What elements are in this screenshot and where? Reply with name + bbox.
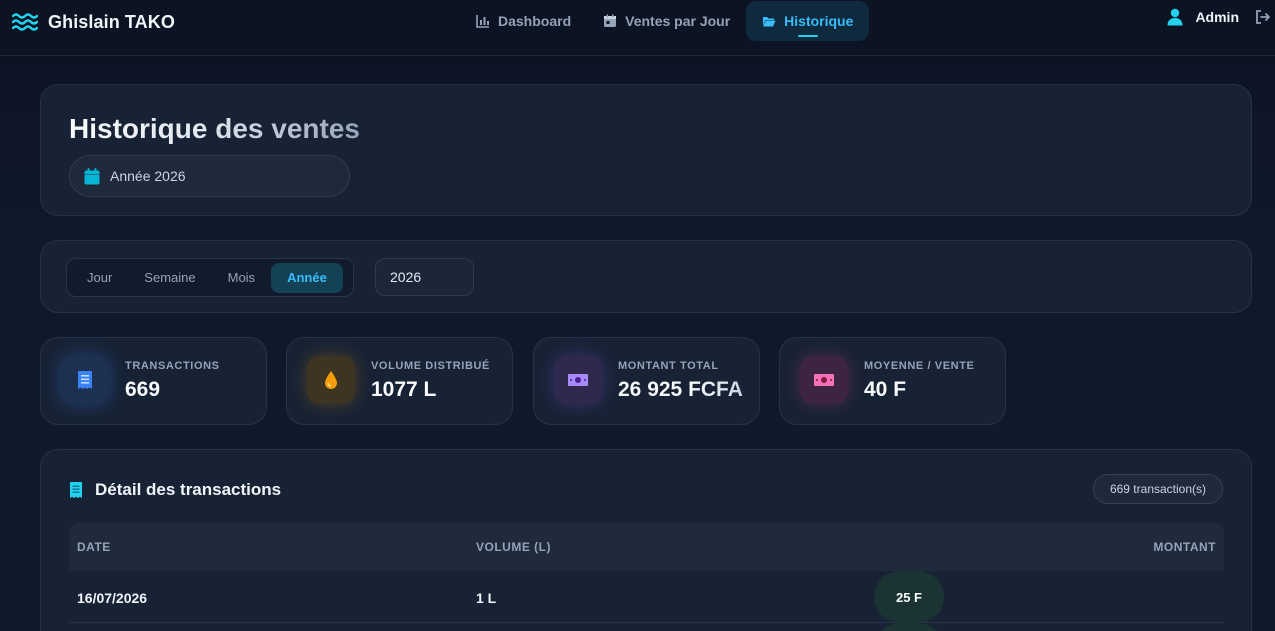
stat-card-montant: MONTANT TOTAL 26 925 FCFA xyxy=(533,337,760,425)
segment-semaine[interactable]: Semaine xyxy=(128,263,211,293)
cell-amount xyxy=(874,623,944,631)
user-icon xyxy=(1167,8,1183,26)
stat-icon-box xyxy=(554,356,602,404)
cell-volume: 1 L xyxy=(476,590,497,606)
table-row[interactable]: 16/07/2026 1 L 25 F xyxy=(69,571,1224,623)
nav-historique[interactable]: Historique xyxy=(746,1,870,41)
nav-ventes-par-jour[interactable]: Ventes par Jour xyxy=(587,1,746,41)
table-row[interactable] xyxy=(69,623,1224,631)
stat-label: MOYENNE / VENTE xyxy=(864,360,975,372)
period-segmented-control: Jour Semaine Mois Année xyxy=(66,258,354,297)
page-title: Historique des ventes xyxy=(69,113,360,144)
folder-open-icon xyxy=(763,17,776,27)
segment-annee[interactable]: Année xyxy=(271,262,343,293)
logout-icon[interactable] xyxy=(1255,9,1271,25)
transactions-table-card: Détail des transactions 669 transaction(… xyxy=(40,449,1252,631)
main-nav: Dashboard Ventes par Jour Historique xyxy=(460,1,870,41)
page-header-card: Historique des ventes Année 2026 xyxy=(40,84,1252,216)
waves-icon xyxy=(12,13,38,31)
stat-card-moyenne: MOYENNE / VENTE 40 F xyxy=(779,337,1006,425)
nav-dashboard-label: Dashboard xyxy=(498,13,572,29)
top-navbar: Ghislain TAKO Dashboard Ventes par Jour xyxy=(0,0,1275,56)
stat-value: 1077 L xyxy=(371,378,437,401)
nav-ventes-par-jour-label: Ventes par Jour xyxy=(625,13,731,29)
bar-chart-icon xyxy=(476,15,489,28)
segment-mois[interactable]: Mois xyxy=(212,263,271,293)
money-icon xyxy=(814,374,834,386)
column-header-montant[interactable]: MONTANT xyxy=(1153,540,1216,554)
banknote-icon xyxy=(568,374,588,386)
stat-card-transactions: TRANSACTIONS 669 xyxy=(40,337,267,425)
stat-value: 26 925 FCFA xyxy=(618,378,743,401)
calendar-day-icon xyxy=(604,14,617,27)
nav-dashboard[interactable]: Dashboard xyxy=(460,1,587,41)
stat-label: VOLUME DISTRIBUÉ xyxy=(371,360,490,372)
stat-card-volume: VOLUME DISTRIBUÉ 1077 L xyxy=(286,337,513,425)
receipt-icon xyxy=(78,371,92,389)
calendar-icon xyxy=(84,167,100,184)
stat-icon-box xyxy=(61,356,109,404)
droplet-icon xyxy=(325,371,337,389)
filter-card: Jour Semaine Mois Année xyxy=(40,240,1252,313)
column-header-volume[interactable]: VOLUME (L) xyxy=(476,540,551,554)
stat-value: 669 xyxy=(125,378,161,401)
brand-name: Ghislain TAKO xyxy=(48,11,175,32)
transaction-count-badge: 669 transaction(s) xyxy=(1092,474,1223,504)
table-title-text: Détail des transactions xyxy=(95,480,282,499)
year-input[interactable] xyxy=(375,258,474,296)
cell-date: 16/07/2026 xyxy=(77,590,148,606)
stat-label: TRANSACTIONS xyxy=(125,360,220,372)
period-label: Année 2026 xyxy=(110,168,186,184)
stat-value: 40 F xyxy=(864,378,907,401)
user-area: Admin xyxy=(1167,8,1271,26)
user-name[interactable]: Admin xyxy=(1195,9,1239,25)
cell-amount: 25 F xyxy=(874,571,944,623)
stat-label: MONTANT TOTAL xyxy=(618,360,719,372)
column-header-date[interactable]: DATE xyxy=(77,540,111,554)
period-indicator: Année 2026 xyxy=(69,155,350,197)
nav-historique-label: Historique xyxy=(784,13,854,29)
stat-icon-box xyxy=(800,356,848,404)
stat-icon-box xyxy=(307,356,355,404)
segment-jour[interactable]: Jour xyxy=(71,263,128,293)
brand[interactable]: Ghislain TAKO xyxy=(12,10,175,34)
receipt-icon xyxy=(70,482,82,498)
table-header: DATE VOLUME (L) MONTANT xyxy=(69,523,1224,571)
table-title: Détail des transactions xyxy=(69,480,281,500)
